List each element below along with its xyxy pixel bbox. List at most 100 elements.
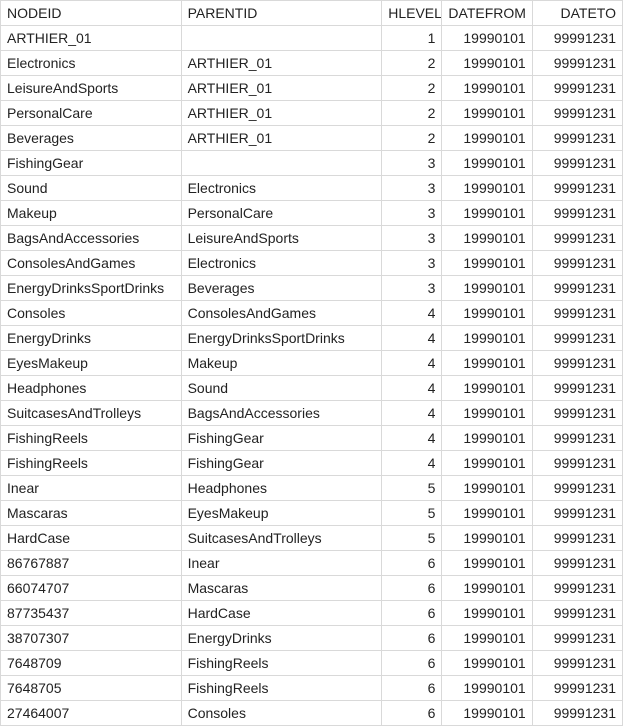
cell-hlevel[interactable]: 4 (382, 451, 442, 476)
cell-parentid[interactable]: FishingGear (181, 451, 382, 476)
cell-nodeid[interactable]: ConsolesAndGames (1, 251, 182, 276)
cell-dateto[interactable]: 99991231 (532, 326, 622, 351)
table-row[interactable]: InearHeadphones51999010199991231 (1, 476, 623, 501)
cell-parentid[interactable]: Makeup (181, 351, 382, 376)
cell-dateto[interactable]: 99991231 (532, 276, 622, 301)
cell-dateto[interactable]: 99991231 (532, 301, 622, 326)
cell-datefrom[interactable]: 19990101 (442, 426, 532, 451)
table-row[interactable]: EyesMakeupMakeup41999010199991231 (1, 351, 623, 376)
cell-dateto[interactable]: 99991231 (532, 126, 622, 151)
cell-nodeid[interactable]: BagsAndAccessories (1, 226, 182, 251)
cell-parentid[interactable] (181, 26, 382, 51)
cell-datefrom[interactable]: 19990101 (442, 501, 532, 526)
cell-hlevel[interactable]: 5 (382, 501, 442, 526)
table-row[interactable]: FishingGear 31999010199991231 (1, 151, 623, 176)
cell-parentid[interactable]: HardCase (181, 601, 382, 626)
cell-hlevel[interactable]: 3 (382, 251, 442, 276)
cell-parentid[interactable]: BagsAndAccessories (181, 401, 382, 426)
cell-datefrom[interactable]: 19990101 (442, 126, 532, 151)
cell-datefrom[interactable]: 19990101 (442, 526, 532, 551)
cell-hlevel[interactable]: 2 (382, 101, 442, 126)
cell-nodeid[interactable]: EnergyDrinksSportDrinks (1, 276, 182, 301)
cell-parentid[interactable]: Sound (181, 376, 382, 401)
cell-dateto[interactable]: 99991231 (532, 626, 622, 651)
cell-dateto[interactable]: 99991231 (532, 201, 622, 226)
cell-hlevel[interactable]: 6 (382, 601, 442, 626)
cell-nodeid[interactable]: 7648709 (1, 651, 182, 676)
cell-datefrom[interactable]: 19990101 (442, 151, 532, 176)
table-row[interactable]: MascarasEyesMakeup51999010199991231 (1, 501, 623, 526)
cell-hlevel[interactable]: 4 (382, 351, 442, 376)
col-header-parentid[interactable]: PARENTID (181, 1, 382, 26)
cell-nodeid[interactable]: Electronics (1, 51, 182, 76)
cell-nodeid[interactable]: 86767887 (1, 551, 182, 576)
cell-parentid[interactable]: Inear (181, 551, 382, 576)
cell-hlevel[interactable]: 6 (382, 701, 442, 726)
cell-dateto[interactable]: 99991231 (532, 151, 622, 176)
cell-dateto[interactable]: 99991231 (532, 526, 622, 551)
table-row[interactable]: HeadphonesSound41999010199991231 (1, 376, 623, 401)
cell-dateto[interactable]: 99991231 (532, 176, 622, 201)
cell-parentid[interactable]: EyesMakeup (181, 501, 382, 526)
cell-dateto[interactable]: 99991231 (532, 51, 622, 76)
cell-hlevel[interactable]: 6 (382, 626, 442, 651)
cell-hlevel[interactable]: 6 (382, 551, 442, 576)
cell-nodeid[interactable]: Inear (1, 476, 182, 501)
cell-parentid[interactable]: EnergyDrinks (181, 626, 382, 651)
cell-datefrom[interactable]: 19990101 (442, 576, 532, 601)
cell-hlevel[interactable]: 3 (382, 276, 442, 301)
cell-dateto[interactable]: 99991231 (532, 676, 622, 701)
cell-dateto[interactable]: 99991231 (532, 701, 622, 726)
table-row[interactable]: EnergyDrinksEnergyDrinksSportDrinks41999… (1, 326, 623, 351)
cell-parentid[interactable]: FishingGear (181, 426, 382, 451)
cell-nodeid[interactable]: PersonalCare (1, 101, 182, 126)
cell-datefrom[interactable]: 19990101 (442, 201, 532, 226)
col-header-dateto[interactable]: DATETO (532, 1, 622, 26)
table-row[interactable]: ARTHIER_0111999010199991231 (1, 26, 623, 51)
cell-nodeid[interactable]: HardCase (1, 526, 182, 551)
table-row[interactable]: 27464007Consoles61999010199991231 (1, 701, 623, 726)
cell-datefrom[interactable]: 19990101 (442, 401, 532, 426)
cell-dateto[interactable]: 99991231 (532, 476, 622, 501)
cell-parentid[interactable]: EnergyDrinksSportDrinks (181, 326, 382, 351)
cell-hlevel[interactable]: 3 (382, 151, 442, 176)
cell-parentid[interactable]: ARTHIER_01 (181, 76, 382, 101)
cell-datefrom[interactable]: 19990101 (442, 651, 532, 676)
cell-dateto[interactable]: 99991231 (532, 101, 622, 126)
table-row[interactable]: FishingReelsFishingGear41999010199991231 (1, 426, 623, 451)
table-row[interactable]: EnergyDrinksSportDrinksBeverages31999010… (1, 276, 623, 301)
cell-datefrom[interactable]: 19990101 (442, 226, 532, 251)
cell-datefrom[interactable]: 19990101 (442, 626, 532, 651)
cell-datefrom[interactable]: 19990101 (442, 451, 532, 476)
cell-hlevel[interactable]: 4 (382, 426, 442, 451)
cell-datefrom[interactable]: 19990101 (442, 301, 532, 326)
cell-parentid[interactable]: Electronics (181, 251, 382, 276)
cell-parentid[interactable]: Beverages (181, 276, 382, 301)
cell-datefrom[interactable]: 19990101 (442, 51, 532, 76)
cell-nodeid[interactable]: Consoles (1, 301, 182, 326)
cell-hlevel[interactable]: 6 (382, 676, 442, 701)
cell-dateto[interactable]: 99991231 (532, 376, 622, 401)
cell-hlevel[interactable]: 3 (382, 201, 442, 226)
cell-dateto[interactable]: 99991231 (532, 551, 622, 576)
cell-dateto[interactable]: 99991231 (532, 501, 622, 526)
col-header-datefrom[interactable]: DATEFROM (442, 1, 532, 26)
cell-nodeid[interactable]: EnergyDrinks (1, 326, 182, 351)
cell-parentid[interactable]: Electronics (181, 176, 382, 201)
cell-nodeid[interactable]: 38707307 (1, 626, 182, 651)
cell-parentid[interactable]: ARTHIER_01 (181, 126, 382, 151)
cell-dateto[interactable]: 99991231 (532, 601, 622, 626)
table-row[interactable]: SuitcasesAndTrolleysBagsAndAccessories41… (1, 401, 623, 426)
cell-datefrom[interactable]: 19990101 (442, 701, 532, 726)
cell-nodeid[interactable]: EyesMakeup (1, 351, 182, 376)
cell-hlevel[interactable]: 4 (382, 326, 442, 351)
table-row[interactable]: ConsolesConsolesAndGames4199901019999123… (1, 301, 623, 326)
table-row[interactable]: HardCaseSuitcasesAndTrolleys519990101999… (1, 526, 623, 551)
cell-parentid[interactable]: FishingReels (181, 651, 382, 676)
table-row[interactable]: LeisureAndSportsARTHIER_0121999010199991… (1, 76, 623, 101)
cell-nodeid[interactable]: FishingGear (1, 151, 182, 176)
table-row[interactable]: BagsAndAccessoriesLeisureAndSports319990… (1, 226, 623, 251)
cell-datefrom[interactable]: 19990101 (442, 476, 532, 501)
cell-dateto[interactable]: 99991231 (532, 401, 622, 426)
cell-hlevel[interactable]: 5 (382, 476, 442, 501)
